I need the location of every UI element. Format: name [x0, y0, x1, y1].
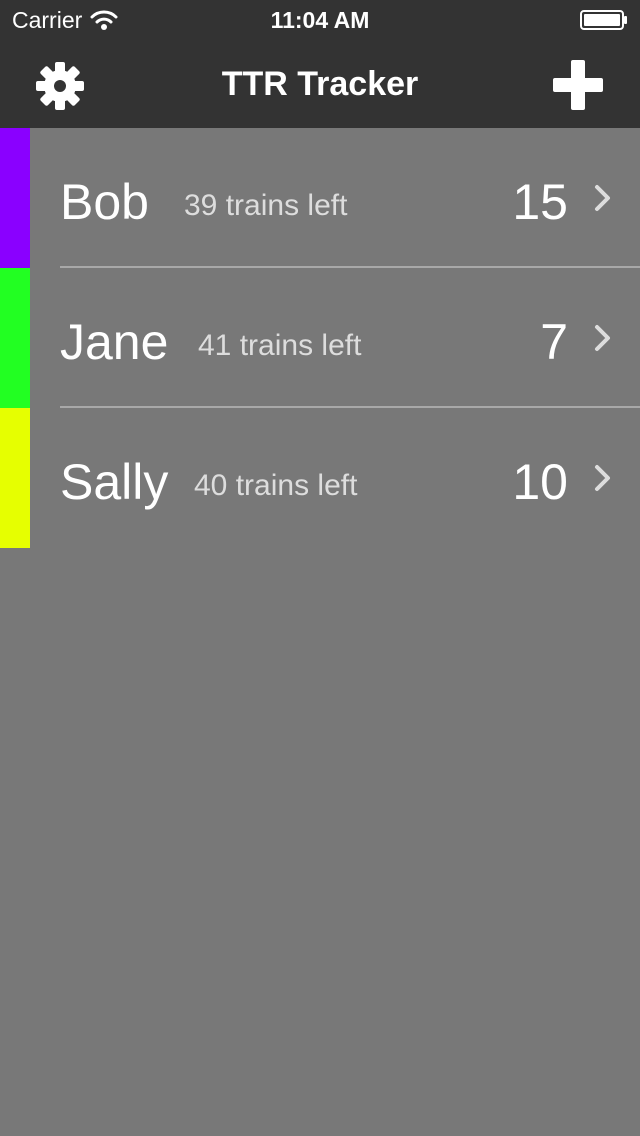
player-color-swatch	[0, 128, 30, 268]
player-name: Jane	[60, 314, 169, 370]
trains-left-label: 41 trains left	[198, 329, 362, 362]
chevron-right-icon	[595, 325, 610, 351]
page-title: TTR Tracker	[221, 65, 419, 103]
chevron-right-icon	[595, 465, 610, 491]
top-bar: Carrier 11:04 AM TTR Tracker	[0, 0, 640, 128]
player-name: Sally	[60, 454, 169, 510]
player-color-swatch	[0, 268, 30, 408]
plus-icon[interactable]	[553, 60, 603, 110]
player-name: Bob	[60, 174, 149, 230]
player-row[interactable]: Sally 40 trains left 10	[0, 408, 640, 548]
status-time: 11:04 AM	[270, 7, 370, 33]
player-score: 10	[512, 454, 568, 510]
player-row[interactable]: Bob 39 trains left 15	[0, 128, 640, 268]
trains-left-label: 39 trains left	[184, 189, 348, 222]
status-bar: Carrier 11:04 AM	[0, 0, 640, 40]
battery-full-icon	[580, 10, 627, 30]
player-row[interactable]: Jane 41 trains left 7	[0, 268, 640, 408]
player-list: Bob 39 trains left 15 Jane 41 trains lef…	[0, 128, 640, 548]
trains-left-label: 40 trains left	[194, 469, 358, 502]
player-score: 15	[512, 174, 568, 230]
navigation-bar: TTR Tracker	[0, 40, 640, 128]
player-color-swatch	[0, 408, 30, 548]
chevron-right-icon	[595, 185, 610, 211]
player-score: 7	[540, 314, 568, 370]
